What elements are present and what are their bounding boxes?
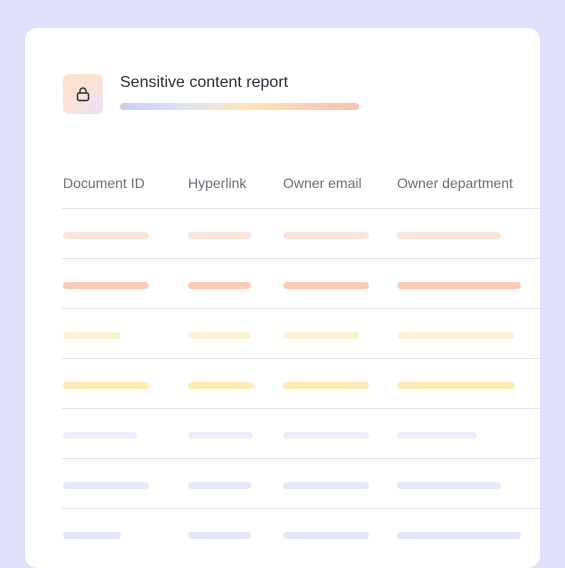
row-divider (62, 208, 540, 209)
cell-owner-email-placeholder (283, 532, 369, 539)
column-header-owner-department[interactable]: Owner department (397, 175, 513, 191)
row-divider (62, 458, 540, 459)
cell-owner-department-placeholder (397, 482, 501, 489)
cell-document-id-placeholder (63, 332, 121, 339)
row-divider (62, 358, 540, 359)
cell-owner-email-placeholder (283, 432, 369, 439)
cell-document-id-placeholder (63, 532, 121, 539)
cell-document-id-placeholder (63, 432, 137, 439)
cell-document-id-placeholder (63, 482, 149, 489)
report-header: Sensitive content report (63, 74, 513, 114)
lock-badge (63, 74, 103, 114)
cell-document-id-placeholder (63, 282, 149, 289)
lock-icon (75, 86, 91, 102)
cell-owner-department-placeholder (397, 282, 521, 289)
cell-owner-department-placeholder (397, 382, 515, 389)
report-title: Sensitive content report (120, 74, 289, 91)
row-divider (62, 308, 540, 309)
row-divider (62, 408, 540, 409)
row-divider (62, 508, 540, 509)
cell-owner-department-placeholder (397, 232, 501, 239)
cell-owner-email-placeholder (283, 482, 369, 489)
cell-owner-email-placeholder (283, 382, 369, 389)
cell-owner-email-placeholder (283, 232, 369, 239)
column-header-owner-email[interactable]: Owner email (283, 175, 362, 191)
cell-hyperlink-placeholder (188, 332, 251, 339)
cell-owner-department-placeholder (397, 532, 521, 539)
cell-document-id-placeholder (63, 232, 149, 239)
cell-hyperlink-placeholder (188, 282, 251, 289)
cell-owner-department-placeholder (397, 432, 477, 439)
cell-hyperlink-placeholder (188, 532, 251, 539)
cell-hyperlink-placeholder (188, 232, 251, 239)
title-gradient-bar (120, 103, 359, 110)
column-header-document-id[interactable]: Document ID (63, 175, 145, 191)
cell-owner-email-placeholder (283, 282, 369, 289)
row-divider (62, 258, 540, 259)
cell-hyperlink-placeholder (188, 482, 251, 489)
cell-owner-email-placeholder (283, 332, 359, 339)
column-header-hyperlink[interactable]: Hyperlink (188, 175, 246, 191)
cell-hyperlink-placeholder (188, 432, 253, 439)
report-card: Sensitive content report Document ID Hyp… (25, 28, 540, 568)
cell-hyperlink-placeholder (188, 382, 253, 389)
cell-document-id-placeholder (63, 382, 149, 389)
cell-owner-department-placeholder (397, 332, 515, 339)
